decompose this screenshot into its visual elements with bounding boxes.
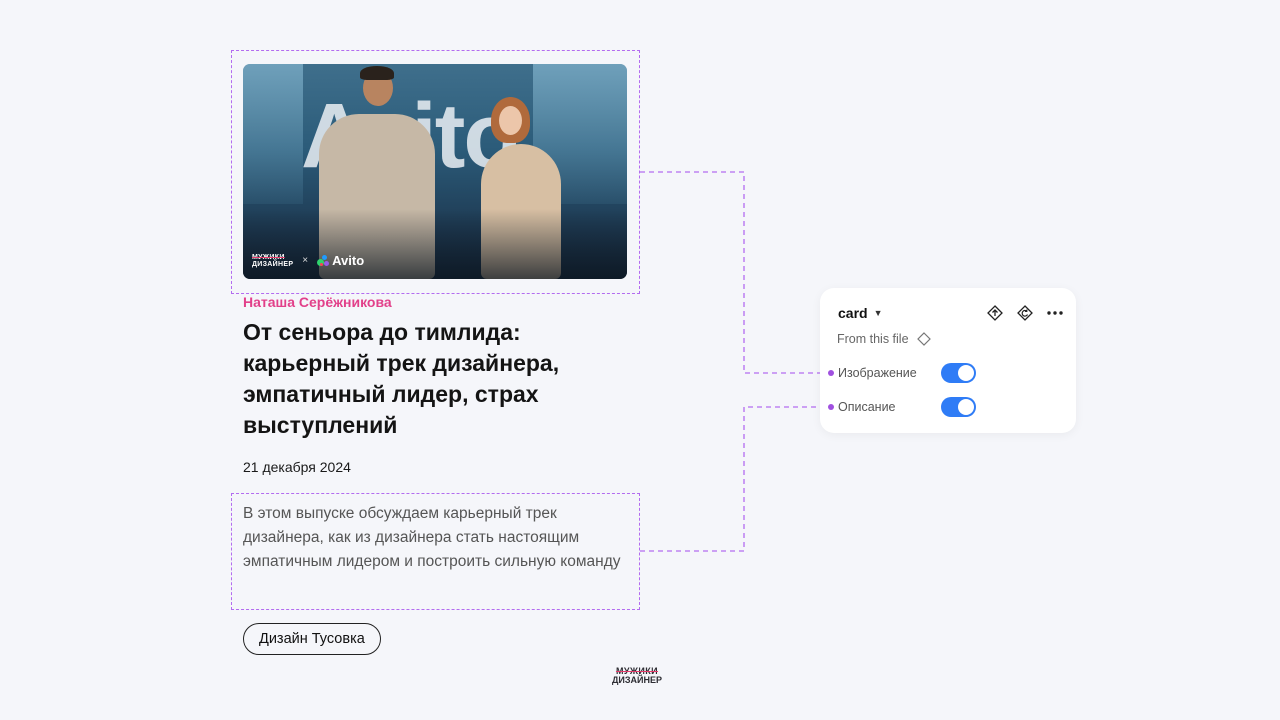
avito-logo: Avito — [317, 253, 364, 268]
person-face — [499, 106, 522, 135]
property-row-description: Описание — [828, 397, 1068, 417]
description-toggle[interactable] — [941, 397, 976, 417]
property-row-image: Изображение — [828, 363, 1068, 383]
publish-date: 21 декабря 2024 — [243, 459, 351, 475]
card-title[interactable]: От сеньора до тимлида: карьерный трек ди… — [243, 317, 633, 441]
property-link-dot — [828, 404, 834, 410]
image-toggle[interactable] — [941, 363, 976, 383]
connector-lines — [640, 171, 828, 552]
podcast-logo-bottom: ДИЗАЙНЕР — [252, 260, 294, 268]
component-name-dropdown[interactable]: card ▼ — [838, 305, 883, 321]
reset-icon[interactable] — [1016, 304, 1034, 322]
component-properties-panel: card ▼ From this file Изображение Описан… — [820, 288, 1076, 433]
brand-cross: × — [302, 255, 309, 266]
footer-logo: МУЖИКИ ДИЗАЙНЕР — [612, 667, 662, 685]
avito-logo-text: Avito — [332, 253, 365, 268]
connector-image — [640, 171, 828, 374]
tag-button[interactable]: Дизайн Тусовка — [243, 623, 381, 655]
source-label: From this file — [837, 332, 909, 346]
component-diamond-icon — [916, 332, 931, 346]
property-label: Описание — [838, 400, 896, 414]
connector-description — [640, 406, 828, 552]
background-window — [243, 64, 303, 204]
go-to-main-component-icon[interactable] — [986, 304, 1004, 322]
avito-dots-icon — [317, 254, 330, 267]
podcast-logo: МУЖИКИ ДИЗАЙНЕР — [252, 254, 293, 268]
property-link-dot — [828, 370, 834, 376]
cover-shade — [243, 209, 627, 279]
card-description: В этом выпуске обсуждаем карьерный трек … — [243, 505, 621, 570]
author-link[interactable]: Наташа Серёжникова — [243, 294, 392, 310]
podcast-logo-top: МУЖИКИ — [252, 253, 285, 261]
cover-image[interactable]: Avito МУЖИКИ ДИЗАЙНЕР × Avito — [243, 64, 627, 279]
component-name: card — [838, 305, 868, 321]
cover-branding: МУЖИКИ ДИЗАЙНЕР × Avito — [252, 253, 364, 268]
panel-actions — [986, 304, 1064, 322]
person-hair — [360, 66, 394, 80]
more-icon[interactable] — [1046, 304, 1064, 322]
component-source: From this file — [837, 332, 931, 346]
property-label: Изображение — [838, 366, 917, 380]
footer-logo-bottom: ДИЗАЙНЕР — [612, 675, 662, 685]
chevron-down-icon: ▼ — [873, 308, 883, 318]
